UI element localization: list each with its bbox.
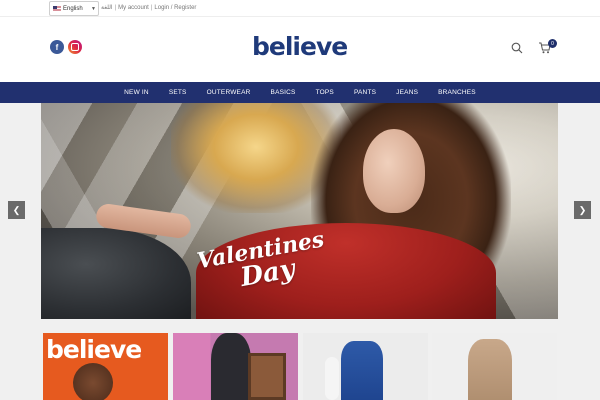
cart-count-badge: 0 <box>548 39 557 48</box>
nav-item-outerwear[interactable]: OUTERWEAR <box>207 89 251 96</box>
hero-banner[interactable]: Valentines Day <box>41 103 558 319</box>
category-tile[interactable] <box>173 333 298 400</box>
nav-item-jeans[interactable]: JEANS <box>396 89 418 96</box>
chevron-down-icon: ▼ <box>91 6 96 12</box>
chevron-right-icon: ❯ <box>578 204 587 215</box>
nav-item-basics[interactable]: BASICS <box>271 89 296 96</box>
category-tiles: believe <box>0 319 600 400</box>
category-tile[interactable]: believe <box>43 333 168 400</box>
nav-item-new-in[interactable]: NEW IN <box>124 89 149 96</box>
tile-prop-image <box>248 353 286 400</box>
chevron-left-icon: ❮ <box>12 204 21 215</box>
language-label: English <box>63 5 83 12</box>
top-utility-bar: English ▼ اللغة | My account | Login / Regis… <box>0 0 600 17</box>
tile-product-image <box>468 339 512 400</box>
tile-logo: believe <box>46 335 142 364</box>
my-account-link[interactable]: My account <box>118 5 149 11</box>
arabic-link[interactable]: اللغة <box>101 5 113 11</box>
facebook-icon[interactable]: f <box>50 40 64 54</box>
nav-item-tops[interactable]: TOPS <box>316 89 334 96</box>
hero-slider: Valentines Day ❮ ❯ <box>0 103 600 319</box>
tile-model-image <box>325 357 339 400</box>
tile-model-image <box>211 333 251 400</box>
main-nav: NEW IN SETS OUTERWEAR BASICS TOPS PANTS … <box>0 82 600 103</box>
login-register-link[interactable]: Login / Register <box>154 5 196 11</box>
nav-item-sets[interactable]: SETS <box>169 89 187 96</box>
site-logo[interactable]: believe <box>252 32 348 61</box>
separator: | <box>150 5 153 11</box>
site-header: f believe 0 <box>0 18 600 82</box>
category-tile[interactable] <box>432 333 557 400</box>
separator: | <box>114 5 117 11</box>
language-select[interactable]: English ▼ <box>49 1 99 16</box>
search-icon[interactable] <box>511 42 523 54</box>
slider-next-button[interactable]: ❯ <box>574 201 591 219</box>
account-links: اللغة | My account | Login / Register <box>101 4 196 11</box>
tile-product-image <box>341 341 383 400</box>
model-face <box>363 129 425 213</box>
nav-item-branches[interactable]: BRANCHES <box>438 89 476 96</box>
tile-model-image <box>73 363 113 400</box>
nav-item-pants[interactable]: PANTS <box>354 89 376 96</box>
slider-prev-button[interactable]: ❮ <box>8 201 25 219</box>
category-tile[interactable] <box>303 333 428 400</box>
us-flag-icon <box>53 6 61 11</box>
instagram-icon[interactable] <box>68 40 82 54</box>
